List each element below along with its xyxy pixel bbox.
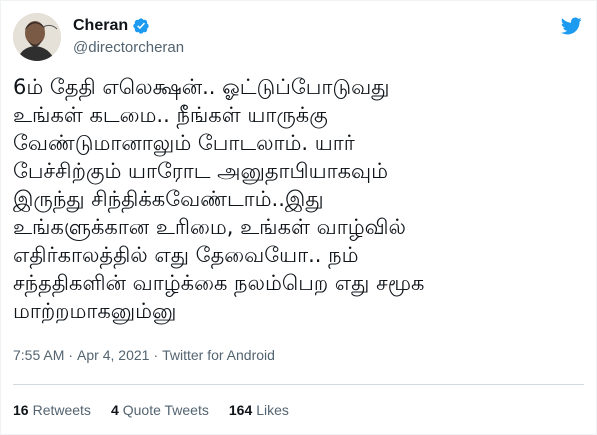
avatar[interactable] [13, 13, 61, 61]
likes-count: 164 [228, 402, 253, 418]
tweet-stats: 16 Retweets 4 Quote Tweets 164 Likes [13, 402, 309, 418]
twitter-bird-icon[interactable] [560, 15, 582, 37]
tweet-card: Cheran @directorcheran 6ம் தேதி எலெக்ஷன்… [0, 0, 597, 435]
profile-photo [13, 13, 61, 61]
quote-tweets-count: 4 [110, 402, 119, 418]
meta-separator: · [68, 347, 74, 363]
meta-separator: · [153, 347, 159, 363]
author-handle[interactable]: @directorcheran [73, 39, 184, 56]
tweet-source[interactable]: Twitter for Android [162, 347, 275, 363]
quote-tweets-stat[interactable]: 4 Quote Tweets [111, 402, 209, 418]
tweet-text: 6ம் தேதி எலெக்ஷன்.. ஓட்டுப்போடுவது உங்கள… [13, 75, 425, 323]
verified-badge-icon [132, 17, 150, 35]
display-name[interactable]: Cheran [73, 17, 128, 35]
tweet-meta: 7:55 AM · Apr 4, 2021 · Twitter for Andr… [13, 347, 275, 363]
retweets-stat[interactable]: 16 Retweets [13, 402, 91, 418]
retweets-count: 16 [13, 402, 29, 418]
retweets-label: Retweets [32, 402, 91, 418]
display-name-row: Cheran [73, 16, 184, 36]
divider [13, 384, 584, 385]
tweet-header: Cheran @directorcheran [13, 13, 584, 63]
author-names: Cheran @directorcheran [73, 16, 184, 56]
quote-tweets-label: Quote Tweets [122, 402, 209, 418]
likes-stat[interactable]: 164 Likes [229, 402, 289, 418]
likes-label: Likes [256, 402, 289, 418]
tweet-date[interactable]: Apr 4, 2021 [77, 347, 149, 363]
tweet-time[interactable]: 7:55 AM [13, 347, 64, 363]
